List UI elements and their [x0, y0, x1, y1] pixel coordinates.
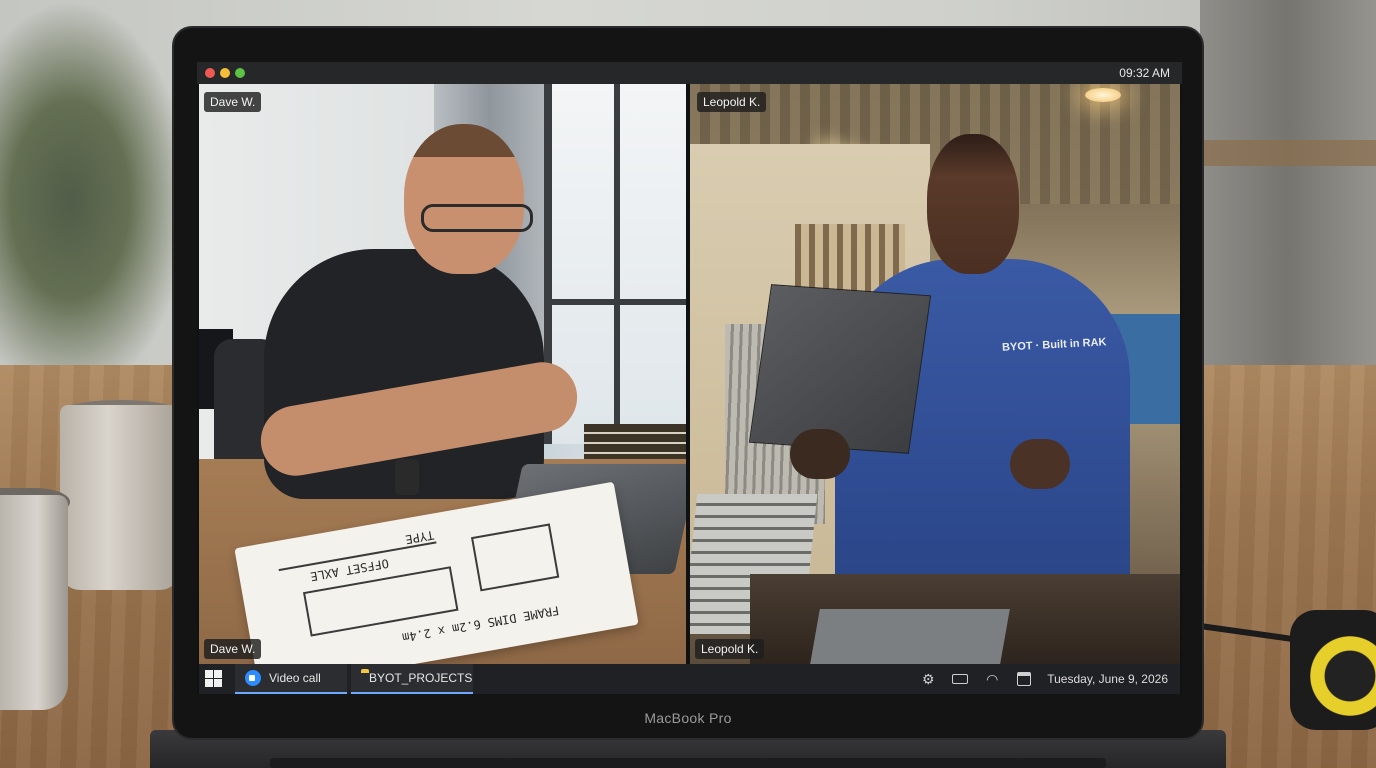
eyeglasses [421, 204, 533, 232]
logo-pane [205, 670, 213, 678]
worker-hand [790, 429, 850, 479]
taskbar-item-video-call[interactable]: Video call [235, 664, 347, 694]
composite-panel-sample [748, 284, 932, 454]
taskbar-item-label: Video call [269, 671, 321, 685]
maximize-window-button[interactable] [235, 68, 245, 78]
wristwatch [395, 459, 419, 495]
window-titlebar: 09:32 AM [197, 62, 1182, 84]
book-stack [584, 424, 686, 464]
close-window-button[interactable] [205, 68, 215, 78]
window-mullion [614, 84, 620, 444]
wifi-icon[interactable]: ◠ [983, 670, 1001, 688]
tape-measure [1290, 610, 1376, 730]
worker-head [927, 134, 1019, 274]
window-transom [544, 299, 686, 305]
gear-icon[interactable]: ⚙ [919, 670, 937, 688]
participant-name-tag-bottom: Leopold K. [695, 639, 765, 659]
battery-icon[interactable] [951, 670, 969, 688]
logo-pane [205, 679, 213, 687]
system-tray: ⚙ ◠ Tuesday, June 9, 2026 [919, 664, 1168, 694]
video-tile-leopold[interactable]: BYOT · Built in RAK Leopold K. Leopold K… [690, 84, 1180, 664]
ceramic-mug [60, 405, 180, 590]
video-camera-icon [245, 670, 261, 686]
taskbar-item-label: BYOT_PROJECTS [369, 671, 473, 685]
taskbar: Video call BYOT_PROJECTS ⚙ ◠ Tuesday, Ju… [199, 664, 1180, 694]
logo-pane [214, 670, 222, 678]
ceramic-mug-front [0, 495, 68, 710]
windows-logo-icon[interactable] [205, 670, 223, 688]
tray-date[interactable]: Tuesday, June 9, 2026 [1047, 672, 1168, 686]
ceiling-lamp [1085, 88, 1121, 102]
background-shelf [1200, 0, 1376, 370]
minimize-window-button[interactable] [220, 68, 230, 78]
sketch-detail [470, 523, 560, 592]
participant-name-tag-top: Dave W. [204, 92, 262, 112]
laptop-keyboard-edge [270, 758, 1106, 768]
battery-glyph [952, 674, 969, 684]
calendar-icon[interactable] [1015, 670, 1033, 688]
taskbar-item-byot-projects[interactable]: BYOT_PROJECTS [351, 664, 473, 694]
participant-head [404, 124, 524, 274]
titlebar-clock: 09:32 AM [1119, 66, 1170, 80]
laptop-screen: 09:32 AM OFFSET AXLE TYPE FRAME DIMS 6.2… [197, 62, 1182, 694]
shelf-board [1200, 140, 1376, 166]
background-plant [0, 0, 190, 370]
calendar-glyph [1017, 672, 1032, 686]
bench-panel [810, 609, 1010, 664]
worker-hand-gesture [1010, 439, 1070, 489]
logo-pane [214, 679, 222, 687]
participant-name-tag-bottom: Dave W. [204, 639, 262, 659]
participant-name-tag-top: Leopold K. [697, 92, 767, 112]
laptop-brand-label: MacBook Pro [644, 710, 732, 726]
video-tile-dave[interactable]: OFFSET AXLE TYPE FRAME DIMS 6.2m x 2.4m … [199, 84, 686, 664]
